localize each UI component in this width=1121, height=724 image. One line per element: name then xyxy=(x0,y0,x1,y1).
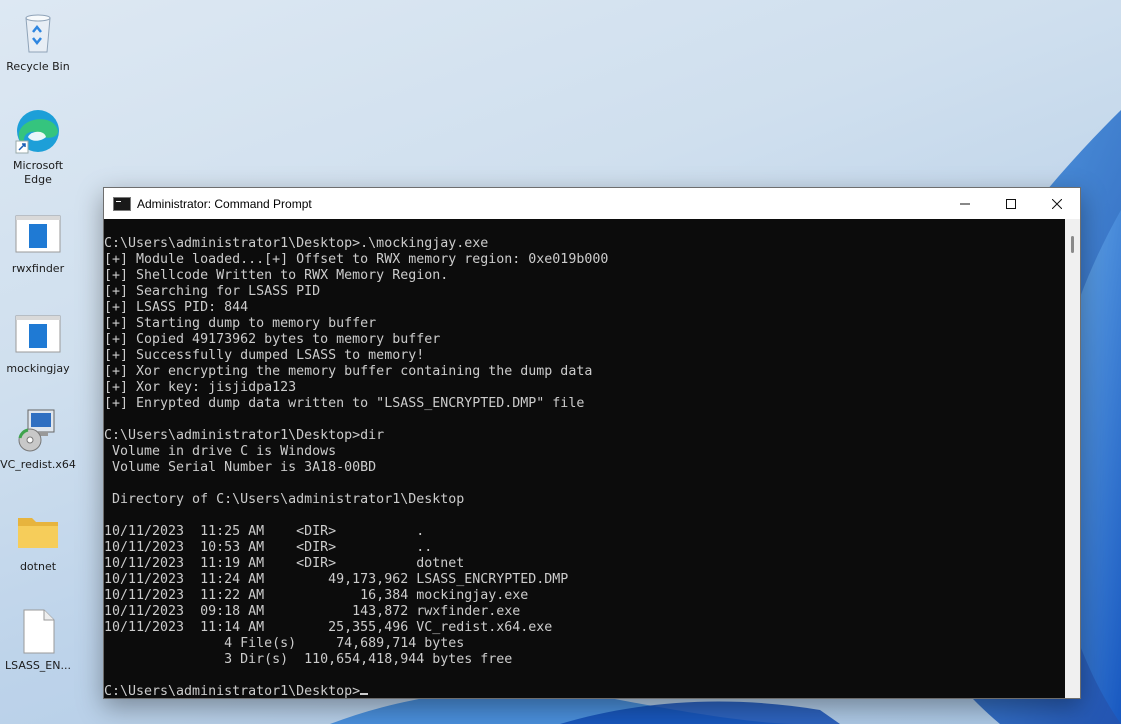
terminal-line: Volume Serial Number is 3A18-00BD xyxy=(104,460,377,475)
recycle-bin-icon xyxy=(25,14,51,53)
terminal-line: [+] Copied 49173962 bytes to memory buff… xyxy=(104,332,441,347)
terminal-prompt: C:\Users\administrator1\Desktop> xyxy=(104,684,361,698)
edge-icon xyxy=(15,110,59,154)
terminal-line: C:\Users\administrator1\Desktop>.\mockin… xyxy=(104,236,489,251)
desktop: Recycle Bin Microsoft Edge rwxfinder moc… xyxy=(0,0,1121,724)
terminal-line: [+] Module loaded...[+] Offset to RWX me… xyxy=(104,252,609,267)
window-controls xyxy=(942,188,1080,219)
desktop-icon-label: mockingjay xyxy=(6,362,70,375)
desktop-icon-edge[interactable]: Microsoft Edge xyxy=(0,107,76,187)
terminal-line: [+] Starting dump to memory buffer xyxy=(104,316,377,331)
window-titlebar[interactable]: Administrator: Command Prompt xyxy=(104,188,1080,219)
desktop-icon-label: LSASS_EN... xyxy=(5,659,71,672)
desktop-icon-vc-redist[interactable]: VC_redist.x64 xyxy=(0,406,76,472)
terminal-line: [+] Shellcode Written to RWX Memory Regi… xyxy=(104,268,449,283)
close-button[interactable] xyxy=(1034,188,1080,219)
terminal-line: [+] Successfully dumped LSASS to memory! xyxy=(104,348,425,363)
minimize-button[interactable] xyxy=(942,188,988,219)
desktop-icon-lsass-file[interactable]: LSASS_EN... xyxy=(0,607,76,673)
cmd-app-icon xyxy=(113,196,131,211)
close-icon xyxy=(1052,198,1062,209)
terminal-line: [+] Searching for LSASS PID xyxy=(104,284,321,299)
desktop-icon-label: Recycle Bin xyxy=(6,60,70,73)
desktop-icon-label: rwxfinder xyxy=(11,262,65,275)
terminal-line: 10/11/2023 11:22 AM 16,384 mockingjay.ex… xyxy=(104,588,529,603)
terminal-line: 10/11/2023 09:18 AM 143,872 rwxfinder.ex… xyxy=(104,604,521,619)
terminal-line: 3 Dir(s) 110,654,418,944 bytes free xyxy=(104,652,513,667)
vertical-scrollbar[interactable] xyxy=(1065,219,1080,698)
desktop-icon-rwxfinder[interactable]: rwxfinder xyxy=(0,210,76,276)
folder-icon xyxy=(18,518,58,548)
terminal-output[interactable]: C:\Users\administrator1\Desktop>.\mockin… xyxy=(104,219,1065,698)
terminal-line: Volume in drive C is Windows xyxy=(104,444,337,459)
terminal-text: C:\Users\administrator1\Desktop>.\mockin… xyxy=(104,219,1065,698)
desktop-icon-label: Microsoft Edge xyxy=(12,159,64,186)
terminal-line: 10/11/2023 11:24 AM 49,173,962 LSASS_ENC… xyxy=(104,572,569,587)
terminal-line: 10/11/2023 11:14 AM 25,355,496 VC_redist… xyxy=(104,620,553,635)
terminal-line: 4 File(s) 74,689,714 bytes xyxy=(104,636,465,651)
terminal-line: [+] Enrypted dump data written to "LSASS… xyxy=(104,396,585,411)
terminal-line: Directory of C:\Users\administrator1\Des… xyxy=(104,492,465,507)
command-prompt-window[interactable]: Administrator: Command Prompt C:\Users\a… xyxy=(103,187,1081,699)
window-title: Administrator: Command Prompt xyxy=(137,196,312,211)
maximize-button[interactable] xyxy=(988,188,1034,219)
minimize-icon xyxy=(960,203,970,204)
terminal-line: [+] LSASS PID: 844 xyxy=(104,300,249,315)
terminal-line: 10/11/2023 10:53 AM <DIR> .. xyxy=(104,540,433,555)
file-icon xyxy=(23,609,55,654)
terminal-line: [+] Xor key: jisjidpa123 xyxy=(104,380,297,395)
desktop-icon-dotnet[interactable]: dotnet xyxy=(0,508,76,574)
desktop-icon-recycle-bin[interactable]: Recycle Bin xyxy=(0,8,76,74)
terminal-line: [+] Xor encrypting the memory buffer con… xyxy=(104,364,593,379)
desktop-icon-label: VC_redist.x64 xyxy=(0,458,76,471)
terminal-line: C:\Users\administrator1\Desktop>dir xyxy=(104,428,385,443)
desktop-icon-label: dotnet xyxy=(19,560,57,573)
terminal-line: 10/11/2023 11:25 AM <DIR> . xyxy=(104,524,425,539)
installer-icon xyxy=(18,409,55,452)
terminal-line: 10/11/2023 11:19 AM <DIR> dotnet xyxy=(104,556,465,571)
desktop-icon-mockingjay[interactable]: mockingjay xyxy=(0,310,76,376)
mockingjay-icon xyxy=(15,315,61,353)
text-cursor xyxy=(360,693,369,695)
maximize-icon xyxy=(1006,198,1016,209)
scrollbar-thumb[interactable] xyxy=(1071,236,1074,253)
rwxfinder-icon xyxy=(15,215,61,253)
